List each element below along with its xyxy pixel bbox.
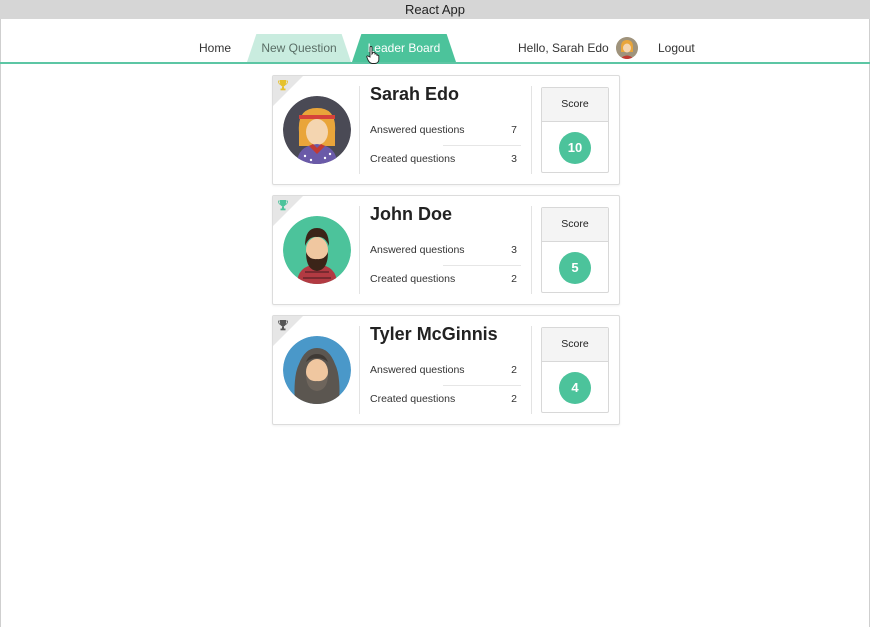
created-label: Created questions xyxy=(370,273,456,285)
leaderboard-card: Sarah Edo Answered questions 7 Created q… xyxy=(272,75,620,185)
score-label: Score xyxy=(542,208,608,242)
answered-label: Answered questions xyxy=(370,364,465,376)
score-box: Score 10 xyxy=(541,87,609,173)
leaderboard-card: John Doe Answered questions 3 Created qu… xyxy=(272,195,620,305)
score-value: 5 xyxy=(559,252,591,284)
score-value: 10 xyxy=(559,132,591,164)
answered-label: Answered questions xyxy=(370,124,465,136)
divider xyxy=(359,86,360,174)
stat-divider xyxy=(443,265,521,266)
user-name: Tyler McGinnis xyxy=(370,324,498,344)
score-label: Score xyxy=(542,328,608,362)
tyler-avatar xyxy=(283,336,351,404)
score-box: Score 5 xyxy=(541,207,609,293)
created-count: 2 xyxy=(511,273,517,285)
window-border-left xyxy=(0,19,1,627)
stat-divider xyxy=(443,385,521,386)
logout-link[interactable]: Logout xyxy=(658,41,695,55)
sarah-avatar xyxy=(283,96,351,164)
user-name: Sarah Edo xyxy=(370,84,460,104)
nav-underline xyxy=(0,62,870,64)
divider xyxy=(359,326,360,414)
divider xyxy=(531,86,532,174)
user-name: John Doe xyxy=(370,204,453,224)
user-avatar xyxy=(616,37,638,59)
john-avatar xyxy=(283,216,351,284)
user-greeting: Hello, Sarah Edo xyxy=(518,41,609,55)
tab-new-question[interactable]: New Question xyxy=(247,34,351,62)
created-count: 2 xyxy=(511,393,517,405)
answered-count: 2 xyxy=(511,364,517,376)
leaderboard-card: Tyler McGinnis Answered questions 2 Crea… xyxy=(272,315,620,425)
score-box: Score 4 xyxy=(541,327,609,413)
score-label: Score xyxy=(542,88,608,122)
answered-count: 7 xyxy=(511,124,517,136)
window-title: React App xyxy=(0,0,870,19)
divider xyxy=(531,326,532,414)
created-label: Created questions xyxy=(370,153,456,165)
answered-count: 3 xyxy=(511,244,517,256)
created-count: 3 xyxy=(511,153,517,165)
divider xyxy=(531,206,532,294)
divider xyxy=(359,206,360,294)
trophy-green-icon xyxy=(278,200,288,211)
created-label: Created questions xyxy=(370,393,456,405)
trophy-gold-icon xyxy=(278,80,288,91)
trophy-gray-icon xyxy=(278,320,288,331)
nav-home-link[interactable]: Home xyxy=(199,41,231,55)
stat-divider xyxy=(443,145,521,146)
answered-label: Answered questions xyxy=(370,244,465,256)
hand-cursor-icon xyxy=(366,46,380,64)
score-value: 4 xyxy=(559,372,591,404)
